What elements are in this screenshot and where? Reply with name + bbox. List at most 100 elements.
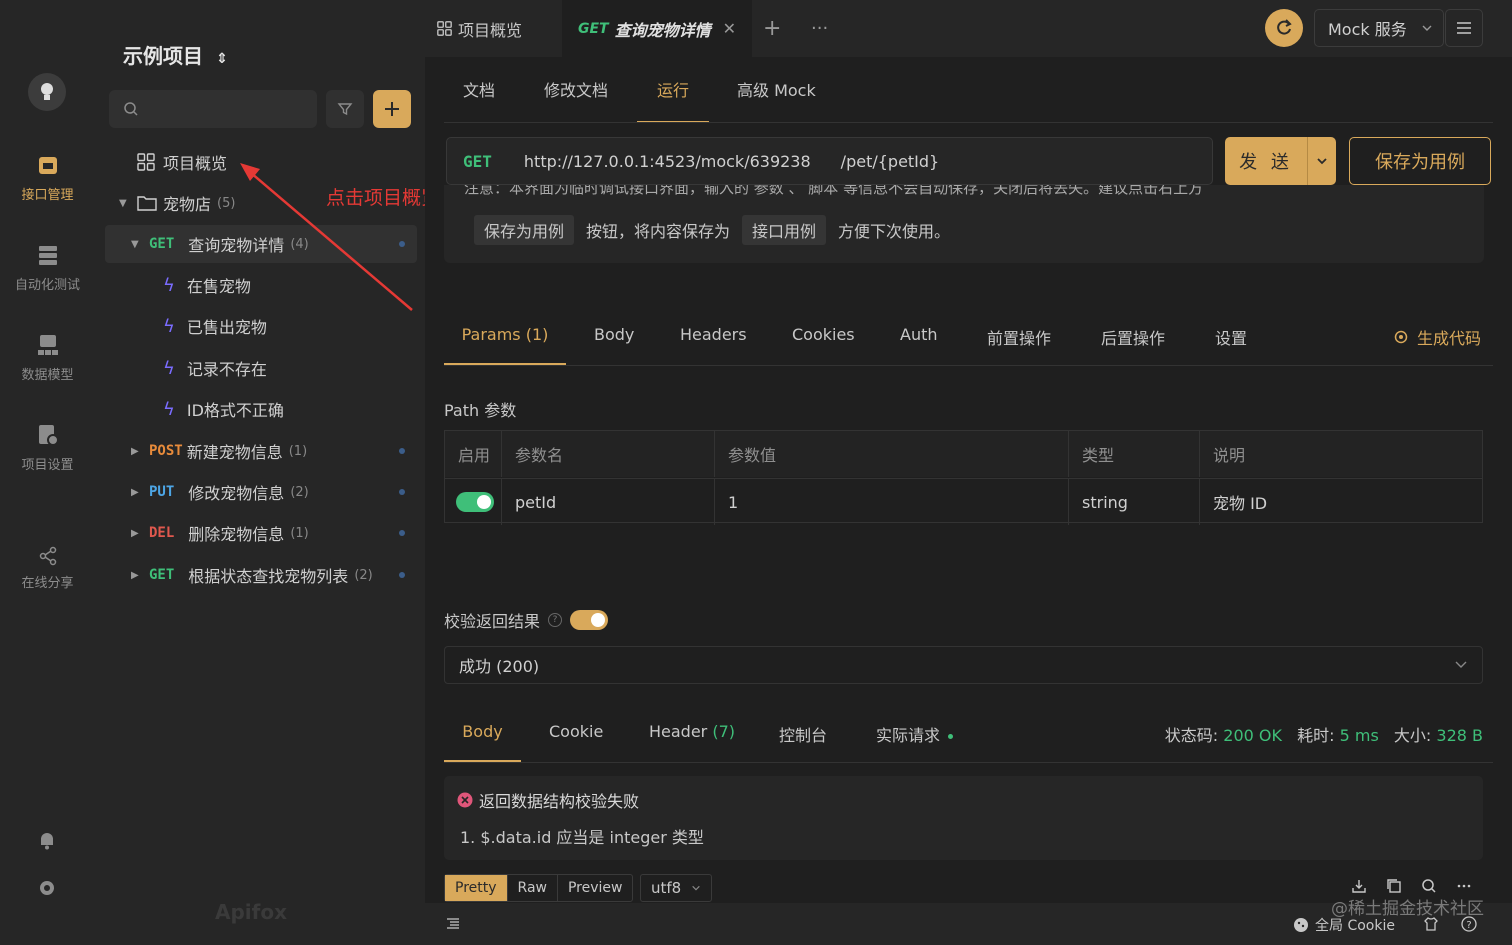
subtab-run[interactable]: 运行 [637,77,709,123]
tab-headers[interactable]: Headers [680,325,747,365]
menu-button[interactable] [1445,9,1483,47]
item-count: (1) [288,443,308,459]
error-title-row: 返回数据结构校验失败 [457,788,639,812]
left-rail: 接口管理 自动化测试 数据模型 项目设置 在线分享 [0,0,95,945]
api-sidebar: 示例项目 ⇕ 项目概览 ▼ 宠物店 (5) ▼ GET 查询宠物详情 (4) ϟ… [95,0,425,945]
tab-settings[interactable]: 设置 [1215,325,1247,365]
sidebar-item-label: 宠物店 [163,195,212,214]
resp-tab-actual-request[interactable]: 实际请求 [876,722,954,762]
tab-get-pet[interactable]: GET 查询宠物详情 ✕ [562,0,752,57]
copy-icon[interactable] [1386,878,1402,894]
sidebar-item-post-pet[interactable]: ▶ POST 新建宠物信息 (1) [105,432,417,470]
search-input[interactable] [109,90,317,128]
notice-tag: 保存为用例 [474,215,575,245]
code-gear-icon [1394,330,1408,344]
tab-label: Params (1) [461,325,549,344]
rail-item-share[interactable]: 在线分享 [0,546,95,591]
format-pretty[interactable]: Pretty [445,875,507,901]
request-method-select[interactable]: GET [463,152,492,171]
response-tools [1351,878,1472,894]
url-input[interactable]: GET http://127.0.0.1:4523/mock/639238 /p… [446,137,1213,185]
tab-pre-ops[interactable]: 前置操作 [987,325,1051,365]
path-params-table: 启用 参数名 参数值 类型 说明 petId 1 string 宠物 ID [444,430,1483,525]
generate-code-button[interactable]: 生成代码 [1393,325,1481,349]
divider [444,365,1493,366]
enable-toggle[interactable] [456,492,494,512]
bell-icon[interactable] [36,829,58,851]
time-value: 5 ms [1339,726,1379,745]
tab-post-ops[interactable]: 后置操作 [1101,325,1165,365]
subtab-docs[interactable]: 文档 [463,77,495,123]
tab-body[interactable]: Body [594,325,634,365]
sidebar-item-label: ID格式不正确 [186,401,284,420]
main-panel: 项目概览 GET 查询宠物详情 ✕ + ··· Mock 服务 文档 修改文档 … [425,0,1512,945]
tab-label: 控制台 [779,726,828,745]
response-select[interactable]: 成功 (200) [444,646,1483,684]
sidebar-case-not-found[interactable]: ϟ 记录不存在 [105,349,417,387]
resp-tab-body[interactable]: Body [444,722,521,762]
format-raw[interactable]: Raw [506,875,557,901]
outline-icon[interactable] [446,917,460,931]
project-title: 示例项目 [123,44,203,68]
more-tabs-button[interactable]: ··· [811,0,828,57]
sidebar-item-put-pet[interactable]: ▶ PUT 修改宠物信息 (2) [105,473,417,511]
subtab-label: 文档 [463,81,496,100]
sidebar-item-label: 新建宠物信息 [186,443,283,462]
download-icon[interactable] [1351,878,1367,894]
save-as-case-button[interactable]: 保存为用例 [1349,137,1491,185]
tab-project-overview[interactable]: 项目概览 [425,0,555,57]
annotation-text: 点击项目概览 [326,187,441,209]
size-value: 328 B [1436,726,1483,745]
caret-down-icon: ▼ [131,238,139,250]
sidebar-item-get-by-status[interactable]: ▶ GET 根据状态查找宠物列表 (2) [105,556,417,594]
param-value-cell[interactable]: 1 [714,479,1068,525]
add-button[interactable] [373,90,411,128]
send-button[interactable]: 发 送 [1225,137,1336,185]
resp-tab-header[interactable]: Header (7) [649,722,735,762]
apifox-logo: Apifox [215,900,287,924]
param-type-cell[interactable]: string [1068,479,1199,525]
sidebar-item-del-pet[interactable]: ▶ DEL 删除宠物信息 (1) [105,514,417,552]
notice-text: 按钮，将内容保存为 [586,222,731,241]
sync-button[interactable] [1265,9,1303,47]
team-avatar[interactable] [28,73,66,111]
tab-params[interactable]: Params (1) [444,325,566,365]
tab-label: Body [594,325,635,344]
method-badge: GET [149,236,175,252]
close-icon[interactable]: ✕ [723,19,736,38]
resp-tab-cookie[interactable]: Cookie [549,722,603,762]
more-icon[interactable] [1456,878,1472,894]
format-preview[interactable]: Preview [556,875,633,901]
new-tab-button[interactable]: + [763,0,781,57]
help-icon[interactable]: ? [548,613,563,627]
encoding-select[interactable]: utf8 [640,874,713,902]
notice-text: 注意：本界面为临时调试接口界面，输入的 参数 、 脚本 等信息不会自动保存，关闭… [464,185,1204,197]
subtab-edit-docs[interactable]: 修改文档 [544,77,608,123]
tab-auth[interactable]: Auth [900,325,938,365]
column-header: 类型 [1068,431,1199,477]
sidebar-case-bad-id[interactable]: ϟ ID格式不正确 [105,390,417,428]
rail-item-api-management[interactable]: 接口管理 [0,152,95,203]
sidebar-item-label: 根据状态查找宠物列表 [188,567,349,586]
gear-icon[interactable] [36,877,58,899]
rail-item-auto-test[interactable]: 自动化测试 [0,242,95,293]
status-dot [399,572,405,578]
filter-button[interactable] [326,90,364,128]
mock-service-dropdown[interactable]: Mock 服务 [1314,9,1444,47]
tab-cookies[interactable]: Cookies [792,325,855,365]
more-icon: ··· [811,18,829,39]
search-icon[interactable] [1421,878,1437,894]
resp-tab-console[interactable]: 控制台 [779,722,827,762]
param-desc-cell[interactable]: 宠物 ID [1199,479,1482,525]
error-detail: 1. $.data.id 应当是 integer 类型 [460,828,704,847]
filter-icon [337,103,353,116]
rail-item-project-settings[interactable]: 项目设置 [0,422,95,473]
subtab-advanced-mock[interactable]: 高级 Mock [737,77,816,123]
project-switcher[interactable]: 示例项目 ⇕ [123,40,228,69]
validate-toggle[interactable] [570,610,609,630]
rail-item-data-model[interactable]: 数据模型 [0,332,95,383]
send-options-dropdown[interactable] [1307,137,1336,185]
size-label: 大小: [1393,726,1432,745]
validation-error-box: 返回数据结构校验失败 1. $.data.id 应当是 integer 类型 [444,776,1483,860]
param-name-cell[interactable]: petId [501,479,714,525]
